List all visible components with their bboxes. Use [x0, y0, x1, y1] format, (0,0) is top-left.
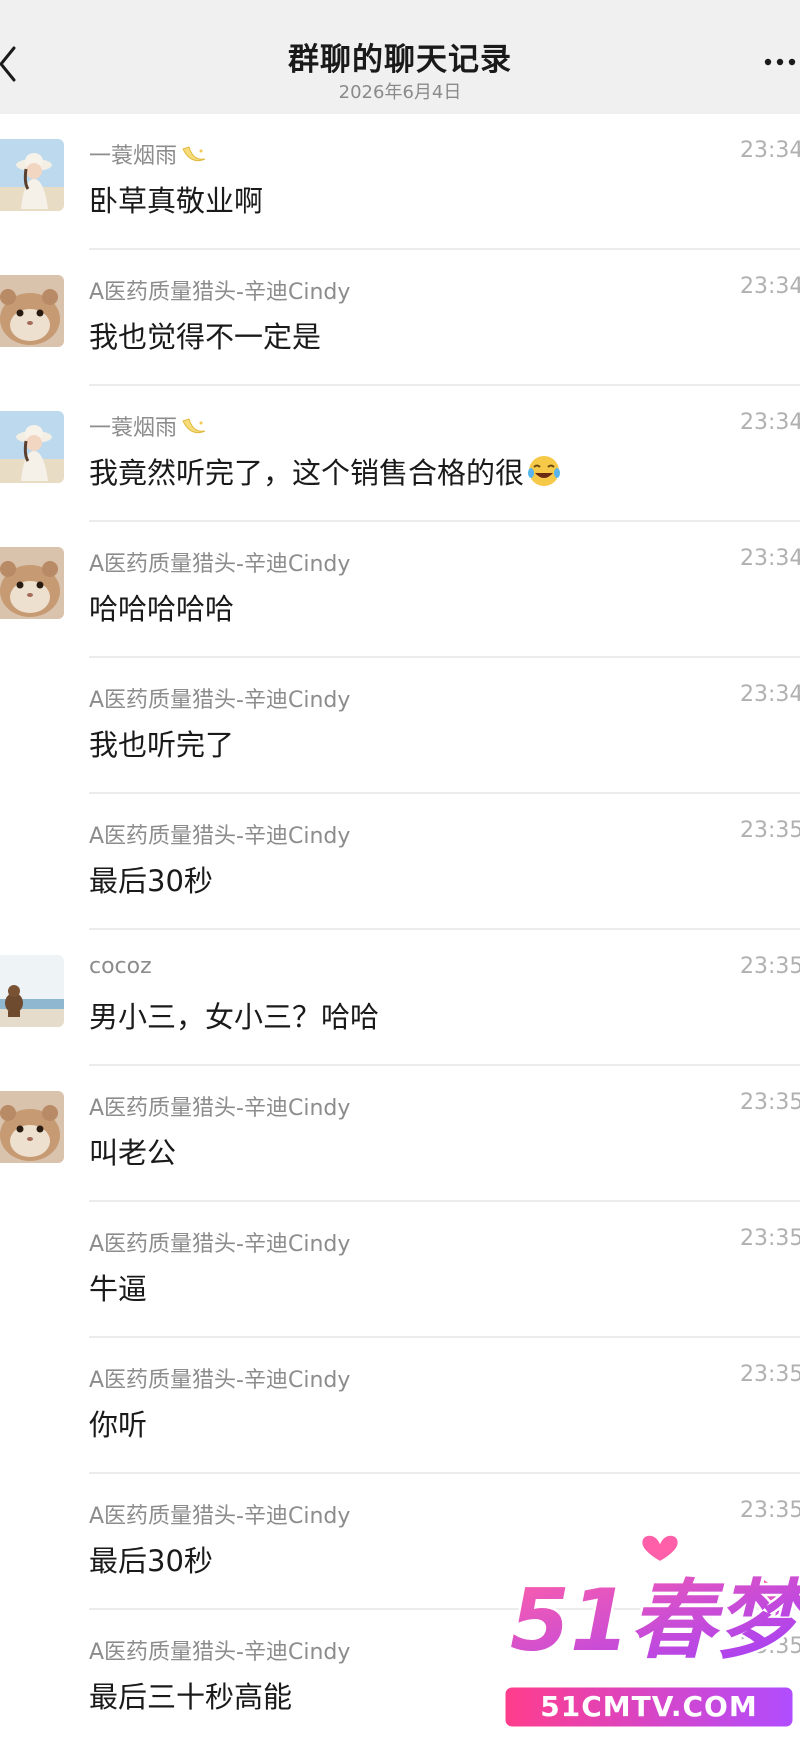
more-button[interactable] — [760, 52, 800, 82]
message-time: 23:35 — [740, 1226, 800, 1251]
message-text: 最后三十秒高能 — [89, 1680, 293, 1714]
more-dots-icon — [764, 58, 796, 66]
laugh-cry-emoji-icon — [526, 453, 562, 489]
watermark-url-text: 51CMTV.COM — [540, 1690, 757, 1723]
page-title: 群聊的聊天记录 — [288, 42, 512, 78]
header-bar: 群聊的聊天记录 2026年6月4日 — [0, 0, 800, 114]
sender-name: A医药质量猎头-辛迪Cindy — [89, 1640, 351, 1665]
avatar-hamster[interactable] — [0, 547, 64, 619]
message-time: 23:34 — [740, 410, 800, 435]
message-text: 最后30秒 — [89, 1544, 213, 1578]
message-time: 23:35 — [740, 1362, 800, 1387]
sender-name: A医药质量猎头-辛迪Cindy — [89, 280, 351, 305]
avatar-hamster[interactable] — [0, 1091, 64, 1163]
chat-message: A医药质量猎头-辛迪Cindy 23:35 你听 — [0, 1338, 800, 1474]
sender-name: A医药质量猎头-辛迪Cindy — [89, 552, 351, 577]
chat-message: A医药质量猎头-辛迪Cindy 23:34 我也听完了 — [0, 658, 800, 794]
message-time: 23:34 — [740, 546, 800, 571]
message-text: 我竟然听完了，这个销售合格的很 — [89, 450, 562, 492]
watermark-logo-text: 51春梦 — [510, 1571, 800, 1671]
sender-name: A医药质量猎头-辛迪Cindy — [89, 1504, 351, 1529]
message-text: 男小三，女小三？哈哈 — [89, 1000, 380, 1034]
chat-history-page: 群聊的聊天记录 2026年6月4日 一蓑烟雨 23:34 卧草真敬业啊 A医药质… — [0, 0, 800, 1738]
sender-name: A医药质量猎头-辛迪Cindy — [89, 1096, 351, 1121]
avatar-girl-hat[interactable] — [0, 411, 64, 483]
message-text: 我也听完了 — [89, 728, 235, 762]
avatar-girl-hat[interactable] — [0, 139, 64, 211]
chat-message: A医药质量猎头-辛迪Cindy 23:35 叫老公 — [0, 1066, 800, 1202]
message-text: 牛逼 — [89, 1272, 148, 1306]
chat-message: A医药质量猎头-辛迪Cindy 23:34 我也觉得不一定是 — [0, 250, 800, 386]
message-time: 23:34 — [740, 682, 800, 707]
message-time: 23:35 — [740, 818, 800, 843]
message-text: 你听 — [89, 1408, 148, 1442]
avatar-hamster[interactable] — [0, 275, 64, 347]
message-text: 卧草真敬业啊 — [89, 184, 264, 218]
sender-name: A医药质量猎头-辛迪Cindy — [89, 688, 351, 713]
sender-name: A医药质量猎头-辛迪Cindy — [89, 1368, 351, 1393]
message-time: 23:34 — [740, 274, 800, 299]
message-text: 叫老公 — [89, 1136, 177, 1170]
sender-name: A医药质量猎头-辛迪Cindy — [89, 824, 351, 849]
chat-message: A医药质量猎头-辛迪Cindy 23:34 哈哈哈哈哈 — [0, 522, 800, 658]
crescent-moon-icon — [179, 417, 207, 439]
message-text: 哈哈哈哈哈 — [89, 592, 235, 626]
chat-message: cocoz 23:35 男小三，女小三？哈哈 — [0, 930, 800, 1066]
message-time: 23:34 — [740, 138, 800, 163]
message-time: 23:35 — [740, 1090, 800, 1115]
chat-message: A医药质量猎头-辛迪Cindy 23:35 最后30秒 — [0, 794, 800, 930]
chat-message: A医药质量猎头-辛迪Cindy 23:35 牛逼 — [0, 1202, 800, 1338]
chat-message: 一蓑烟雨 23:34 我竟然听完了，这个销售合格的很 — [0, 386, 800, 522]
message-text: 最后30秒 — [89, 864, 213, 898]
crescent-moon-icon — [179, 145, 207, 167]
watermark-logo: 51春梦 51CMTV.COM — [500, 1520, 800, 1738]
sender-name: 一蓑烟雨 — [89, 410, 207, 442]
sender-name: cocoz — [89, 954, 152, 979]
message-time: 23:35 — [740, 954, 800, 979]
sender-name: 一蓑烟雨 — [89, 138, 207, 170]
page-date: 2026年6月4日 — [338, 82, 462, 103]
sender-name: A医药质量猎头-辛迪Cindy — [89, 1232, 351, 1257]
chat-message: 一蓑烟雨 23:34 卧草真敬业啊 — [0, 114, 800, 250]
avatar-beach-dog[interactable] — [0, 955, 64, 1027]
message-text: 我也觉得不一定是 — [89, 320, 322, 354]
